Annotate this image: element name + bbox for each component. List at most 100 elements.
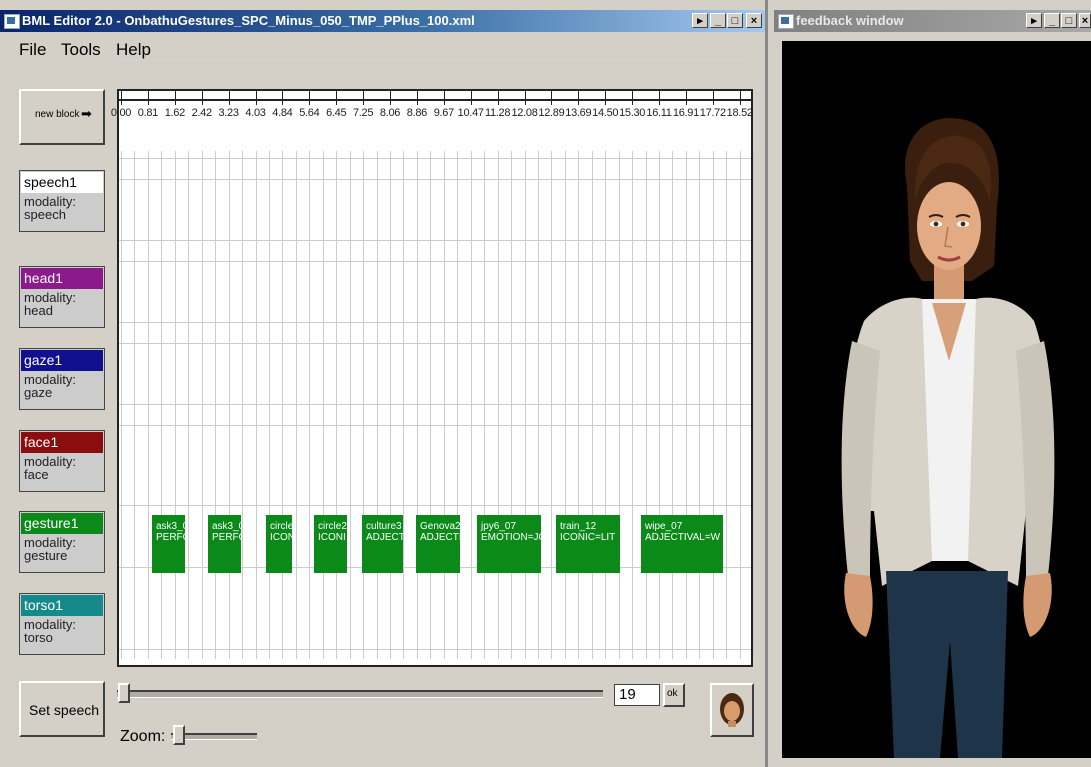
grid-line — [215, 151, 217, 659]
time-slider-thumb[interactable] — [118, 683, 130, 703]
ruler-tick — [551, 91, 553, 105]
track-gesture1[interactable]: gesture1 modality: gesture — [19, 511, 105, 573]
frame-input[interactable]: 19 — [614, 684, 660, 706]
grid-line — [322, 151, 324, 659]
grid-line — [470, 151, 472, 659]
gesture-block[interactable]: jpy6_07 EMOTION=JO — [477, 515, 541, 573]
grid-line — [119, 505, 751, 506]
grid-line — [578, 151, 580, 659]
ruler-tick — [578, 91, 580, 105]
grid-line — [699, 151, 701, 659]
gesture-block[interactable]: train_12 ICONIC=LIT — [556, 515, 620, 573]
track-gaze1[interactable]: gaze1 modality: gaze — [19, 348, 105, 410]
arrow-right-icon: ➡ — [81, 106, 92, 121]
track-face1[interactable]: face1 modality: face — [19, 430, 105, 492]
track-modality: modality: gesture — [24, 535, 77, 563]
grid-line — [119, 62, 751, 63]
grid-line — [659, 151, 660, 659]
track-modality: modality: speech — [24, 194, 77, 222]
time-ruler — [119, 99, 751, 101]
zoom-slider[interactable] — [171, 723, 257, 747]
avatar-viewport[interactable] — [782, 41, 1091, 758]
ruler-tick-label: 0.81 — [137, 107, 159, 119]
ruler-tick-label: 5.64 — [299, 107, 320, 119]
scroll-icon[interactable]: ▸ — [1026, 13, 1042, 28]
gesture-block[interactable]: circle2 ICONI — [314, 515, 347, 573]
gesture-block[interactable]: wipe_07 ADJECTIVAL=W — [641, 515, 723, 573]
ruler-tick-label: 3.23 — [218, 107, 239, 119]
feedback-window: feedback window ▸ _ □ × — [774, 0, 1091, 767]
grid-line — [295, 151, 297, 659]
scroll-icon[interactable]: ▸ — [692, 13, 708, 28]
grid-line — [591, 151, 593, 659]
grid-line — [255, 151, 257, 659]
grid-line — [147, 151, 149, 659]
grid-line — [739, 151, 741, 659]
grid-line — [524, 151, 526, 659]
new-block-label: new block — [35, 109, 80, 120]
new-block-button[interactable]: new block ➡ — [19, 89, 105, 145]
track-name: face1 — [21, 432, 103, 453]
ruler-tick — [416, 91, 418, 105]
track-modality: modality: gaze — [24, 372, 77, 400]
ruler-tick — [605, 91, 607, 105]
grid-line — [497, 151, 499, 659]
editor-title-bar[interactable]: BML Editor 2.0 - OnbathuGestures_SPC_Min… — [0, 10, 768, 32]
track-head1[interactable]: head1 modality: head — [19, 266, 105, 328]
menu-file[interactable]: File — [19, 40, 46, 60]
feedback-title-bar[interactable]: feedback window ▸ _ □ × — [774, 10, 1091, 32]
minimize-icon[interactable]: _ — [1044, 13, 1060, 28]
track-speech1[interactable]: speech1 modality: speech — [19, 170, 105, 232]
gesture-block[interactable]: circle ICONI — [266, 515, 292, 573]
ruler-tick-label: 14.50 — [592, 107, 619, 119]
avatar-button[interactable] — [710, 683, 754, 737]
close-icon[interactable]: × — [746, 13, 762, 28]
grid-line — [484, 151, 486, 659]
avatar-icon — [720, 693, 744, 727]
grid-line — [121, 151, 122, 659]
grid-line — [282, 151, 284, 659]
track-name: speech1 — [21, 172, 103, 193]
grid-line — [174, 151, 176, 659]
track-torso1[interactable]: torso1 modality: torso — [19, 593, 105, 655]
ruler-tick-label: 6.45 — [326, 107, 347, 119]
window-divider — [765, 0, 768, 767]
maximize-icon[interactable]: □ — [727, 13, 743, 28]
grid-line — [336, 151, 338, 659]
ruler-tick-label: 7.25 — [352, 107, 374, 119]
grid-line — [228, 151, 230, 659]
set-speech-button[interactable]: Set speech — [19, 681, 105, 737]
gesture-block[interactable]: culture3 ADJECTI — [362, 515, 403, 573]
ok-button[interactable]: ok — [663, 683, 685, 707]
ruler-tick-label: 9.67 — [433, 107, 455, 119]
ruler-tick-label: 10.47 — [457, 107, 484, 119]
ruler-tick — [443, 91, 445, 105]
ruler-tick-label: 4.03 — [245, 107, 266, 119]
grid-line — [268, 151, 270, 659]
grid-line — [551, 151, 553, 659]
ruler-tick-label: 17.72 — [699, 107, 726, 119]
close-icon[interactable]: × — [1079, 13, 1091, 28]
grid-line — [119, 322, 751, 323]
minimize-icon[interactable]: _ — [710, 13, 726, 28]
menu-help[interactable]: Help — [116, 40, 151, 60]
menu-tools[interactable]: Tools — [61, 40, 101, 60]
grid-line — [119, 404, 751, 405]
gesture-block[interactable]: ask3_0 PERFO — [152, 515, 185, 573]
ruler-tick-label: 4.84 — [272, 107, 293, 119]
ruler-tick — [336, 91, 338, 105]
ruler-tick-label: 8.86 — [406, 107, 428, 119]
grid-line — [119, 240, 751, 241]
time-slider[interactable] — [117, 683, 603, 703]
zoom-slider-thumb[interactable] — [173, 725, 185, 745]
gesture-block[interactable]: ask3_0 PERFO — [208, 515, 241, 573]
ruler-tick — [659, 91, 660, 105]
gesture-block[interactable]: Genova2 ADJECTI — [416, 515, 460, 573]
timeline-canvas[interactable]: 0.00 0.81 1.62 2.42 3.23 4.03 4.84 5.64 6.45 7.25… — [111, 62, 755, 667]
track-name: torso1 — [21, 595, 103, 616]
grid-line — [119, 158, 751, 159]
grid-line — [119, 425, 751, 426]
app-icon — [778, 14, 794, 29]
grid-line — [119, 179, 751, 180]
maximize-icon[interactable]: □ — [1061, 13, 1077, 28]
